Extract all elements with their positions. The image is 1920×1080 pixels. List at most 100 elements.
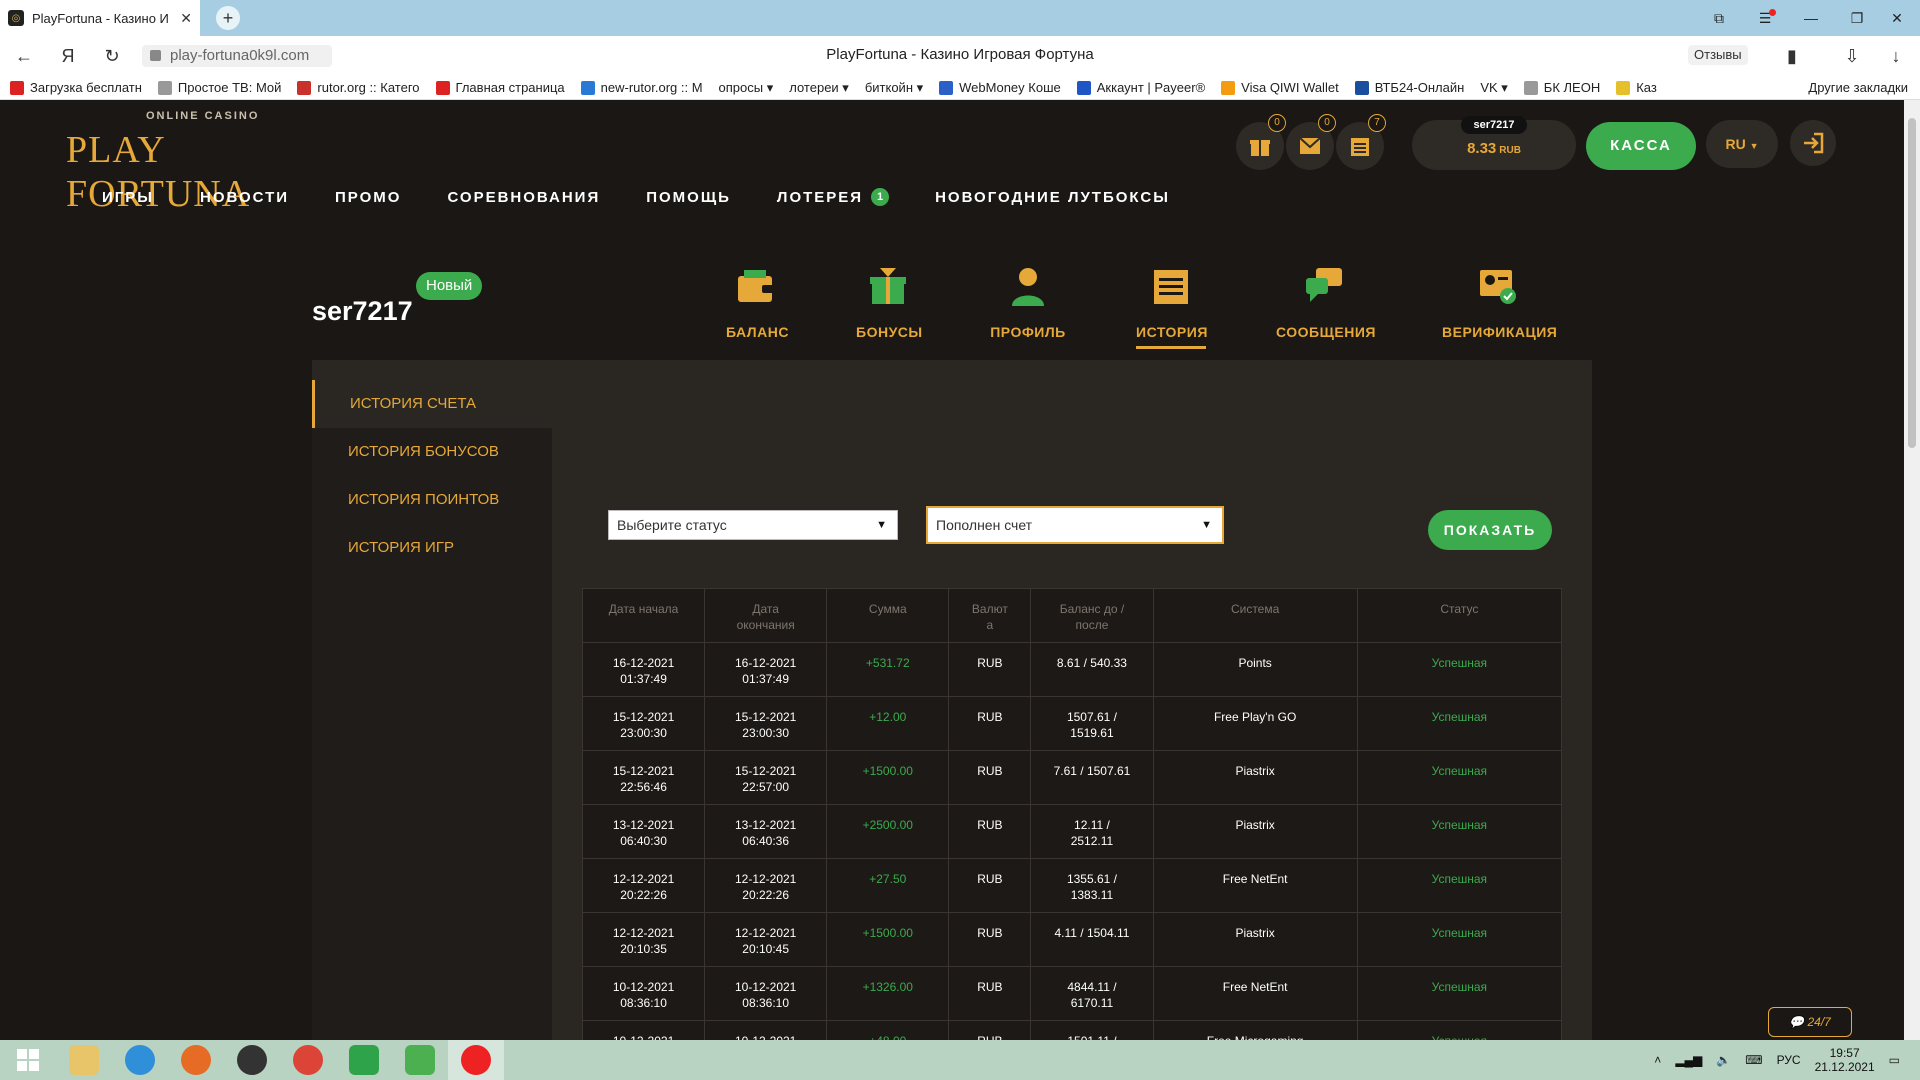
taskbar-ie[interactable] (112, 1040, 168, 1080)
bookmark-item[interactable]: Главная страница (435, 80, 565, 95)
page-scrollbar[interactable] (1904, 100, 1920, 1040)
bookmark-item[interactable]: биткойн ▾ (865, 80, 923, 96)
nav-item[interactable]: НОВОСТИ (200, 188, 289, 206)
volume-icon[interactable]: 🔈 (1716, 1053, 1731, 1067)
side-item-points-history[interactable]: ИСТОРИЯ ПОИНТОВ (312, 476, 552, 524)
table-cell: RUB (948, 966, 1032, 1021)
table-row: 15-12-2021 23:00:30 15-12-2021 23:00:30 +1… (581, 696, 1563, 751)
show-button[interactable]: ПОКАЗАТЬ (1428, 510, 1552, 550)
table-cell: RUB (948, 804, 1032, 859)
table-cell: 8.61 / 540.33 (1030, 642, 1154, 697)
taskbar-chrome[interactable] (280, 1040, 336, 1080)
messages-count: 0 (1318, 114, 1336, 132)
messages-button[interactable]: 0 (1286, 114, 1336, 170)
status-select[interactable]: Выберите статус ▼ (608, 510, 898, 540)
scrollbar-thumb[interactable] (1908, 118, 1916, 448)
browser-tab[interactable]: ◎ PlayFortuna - Казино И ✕ (0, 0, 200, 36)
bookmark-label: Visa QIWI Wallet (1241, 80, 1339, 95)
taskbar-app-a[interactable] (392, 1040, 448, 1080)
bookmark-item[interactable]: new-rutor.org :: M (580, 80, 703, 95)
taskbar-firefox[interactable] (168, 1040, 224, 1080)
side-item-games-history[interactable]: ИСТОРИЯ ИГР (312, 524, 552, 572)
balance-widget[interactable]: ser7217 8.33 RUB (1412, 116, 1576, 170)
tab-verification[interactable]: ВЕРИФИКАЦИЯ (1442, 262, 1557, 340)
bookmark-item[interactable]: VK ▾ (1480, 80, 1507, 96)
bookmark-icon[interactable]: ▮ (1780, 44, 1804, 68)
bookmark-favicon-icon (10, 80, 24, 95)
gifts-button[interactable]: 0 (1236, 114, 1286, 170)
bookmark-item[interactable]: Простое ТВ: Мой (157, 80, 281, 95)
clock[interactable]: 19:57 21.12.2021 (1815, 1046, 1875, 1074)
downloads-icon[interactable]: ⇩ (1840, 44, 1864, 68)
table-cell: +48.00 (826, 1020, 950, 1040)
chat-label: 24/7 (1807, 1015, 1831, 1029)
bookmark-item[interactable]: Каз (1616, 80, 1657, 95)
nav-item[interactable]: НОВОГОДНИЕ ЛУТБОКСЫ (935, 188, 1170, 206)
nav-item[interactable]: СОРЕВНОВАНИЯ (447, 188, 600, 206)
download-arrow-icon[interactable]: ↓ (1884, 44, 1908, 68)
close-tab-icon[interactable]: ✕ (180, 10, 192, 27)
table-cell: Free NetEnt (1152, 966, 1358, 1021)
tab-manager-icon[interactable]: ⧉ (1696, 0, 1742, 36)
close-window-button[interactable]: ✕ (1874, 0, 1920, 36)
tab-profile[interactable]: ПРОФИЛЬ (990, 262, 1066, 340)
tab-history[interactable]: ИСТОРИЯ (1136, 262, 1207, 349)
store-icon (349, 1045, 379, 1075)
folder-icon (69, 1045, 99, 1075)
side-item-account-history[interactable]: ИСТОРИЯ СЧЕТА (312, 380, 552, 428)
bookmark-item[interactable]: Visa QIWI Wallet (1221, 80, 1339, 95)
language-select[interactable]: RU ▼ (1706, 120, 1778, 168)
notification-dot-icon (1769, 9, 1776, 16)
gift-box-icon (864, 262, 912, 310)
taskbar-yandex[interactable] (448, 1040, 504, 1080)
nav-item[interactable]: ПРОМО (335, 188, 401, 206)
chevron-up-icon[interactable]: ˄ (1654, 1053, 1661, 1067)
bookmark-item[interactable]: опросы ▾ (719, 80, 774, 96)
keyboard-icon[interactable]: ⌨ (1745, 1053, 1762, 1067)
new-tab-button[interactable]: + (216, 6, 240, 30)
bookmark-item[interactable]: rutor.org :: Катего (297, 80, 420, 95)
bookmark-item[interactable]: Загрузка бесплатн (10, 80, 142, 95)
logout-button[interactable] (1790, 120, 1836, 166)
start-button[interactable] (0, 1040, 56, 1080)
back-icon[interactable]: ← (12, 44, 36, 68)
bookmark-favicon-icon (1221, 80, 1236, 95)
site-logo[interactable]: ONLINE CASINO PLAY FORTUNA (66, 108, 326, 215)
input-language[interactable]: РУС (1777, 1053, 1801, 1067)
tab-bonuses[interactable]: БОНУСЫ (856, 262, 922, 340)
bookmark-item[interactable]: WebMoney Коше (939, 80, 1061, 95)
table-cell: RUB (948, 696, 1032, 751)
nav-item[interactable]: ПОМОЩЬ (646, 188, 731, 206)
bookmark-item[interactable]: Аккаунт | Payeer® (1076, 80, 1205, 95)
taskbar-store[interactable] (336, 1040, 392, 1080)
yandex-icon[interactable]: Я (56, 44, 80, 68)
operation-type-select[interactable]: Пополнен счет ▼ (926, 506, 1224, 544)
reload-icon[interactable]: ↻ (100, 44, 124, 68)
reviews-button[interactable]: Отзывы (1688, 45, 1748, 65)
minimize-button[interactable]: — (1788, 0, 1834, 36)
nav-item[interactable]: ЛОТЕРЕЯ 1 (777, 188, 890, 206)
bookmark-item[interactable]: БК ЛЕОН (1523, 80, 1600, 95)
tasks-button[interactable]: 7 (1336, 114, 1386, 170)
bookmark-item[interactable]: ВТБ24-Онлайн (1354, 80, 1464, 95)
url-field[interactable]: play-fortuna0k9l.com (142, 45, 332, 67)
tab-balance[interactable]: БАЛАНС (726, 262, 788, 340)
tab-messages[interactable]: СООБЩЕНИЯ (1276, 262, 1375, 340)
notifications-icon[interactable]: ▭ (1889, 1053, 1900, 1067)
table-cell: 10-12-2021 08:36:10 (704, 966, 828, 1021)
bookmark-item[interactable]: лотереи ▾ (789, 80, 849, 96)
column-header: Валют а (948, 588, 1032, 643)
menu-icon[interactable]: ☰ (1742, 0, 1788, 36)
taskbar-nox[interactable] (224, 1040, 280, 1080)
nav-item-label: НОВОСТИ (199, 188, 290, 206)
other-bookmarks[interactable]: Другие закладки (1808, 80, 1908, 95)
kassa-button[interactable]: КАССА (1586, 122, 1696, 170)
nav-item[interactable]: ИГРЫ (102, 188, 154, 206)
windows-logo-icon (17, 1049, 39, 1071)
table-cell: +1500.00 (826, 912, 950, 967)
taskbar-explorer[interactable] (56, 1040, 112, 1080)
mail-icon (1299, 137, 1321, 154)
network-icon[interactable]: ▂▄▆ (1675, 1053, 1702, 1067)
side-item-bonus-history[interactable]: ИСТОРИЯ БОНУСОВ (312, 428, 552, 476)
support-chat-button[interactable]: 💬 24/7 (1768, 1007, 1852, 1037)
